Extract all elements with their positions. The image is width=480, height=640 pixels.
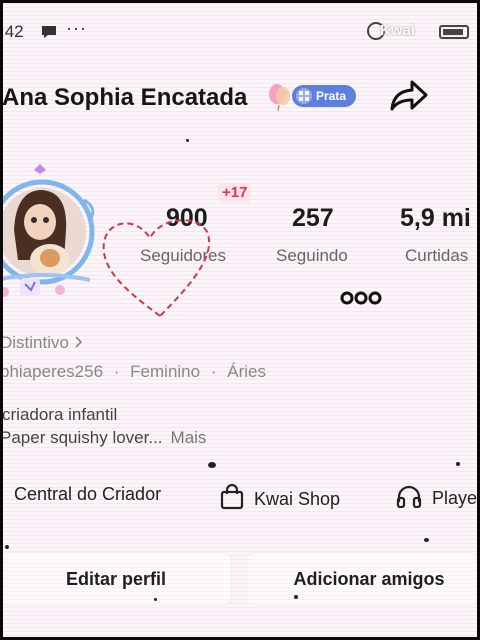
profile-gender: Feminino [130, 362, 201, 381]
bio-text: Paper squishy lover... [0, 428, 163, 447]
player-link[interactable]: Player [396, 484, 480, 513]
following-count[interactable]: 257 [292, 204, 334, 233]
dust-speck [208, 462, 216, 468]
dust-speck [456, 462, 460, 466]
balloon-emoji-icon [266, 83, 292, 116]
level-badge[interactable]: Prata [292, 85, 356, 107]
share-icon[interactable] [388, 78, 430, 119]
shopping-bag-icon [220, 483, 244, 515]
headphones-icon [396, 484, 422, 513]
status-time: :42 [0, 22, 24, 41]
distintivo-link[interactable]: Distintivo [0, 333, 84, 353]
profile-meta: phiaperes256 · Feminino · Áries [0, 362, 266, 382]
creator-center-label: Central do Criador [14, 484, 162, 504]
following-label[interactable]: Seguindo [276, 246, 348, 266]
more-options-icon[interactable] [340, 290, 382, 311]
add-friends-button[interactable]: Adicionar amigos [246, 552, 478, 606]
badge-level-icon [296, 88, 312, 104]
bio-more-link[interactable]: Mais [171, 428, 207, 447]
new-followers-badge: +17 [218, 183, 252, 202]
bio-line: criadora infantil [2, 405, 118, 424]
creator-center-link[interactable]: Central do Criador [14, 484, 161, 505]
profile-handle: phiaperes256 [0, 362, 104, 381]
add-friends-label: Adicionar amigos [293, 568, 445, 589]
edit-profile-button[interactable]: Editar perfil [0, 552, 232, 606]
distintivo-label: Distintivo [0, 333, 69, 352]
heart-doodle-icon [98, 212, 218, 327]
likes-label[interactable]: Curtidas [405, 246, 468, 266]
edit-profile-label: Editar perfil [65, 568, 167, 589]
dust-speck [424, 538, 429, 542]
player-label: Player [432, 488, 480, 508]
dust-speck [5, 545, 9, 549]
app-watermark: Kwai [380, 22, 416, 39]
badge-label: Prata [316, 89, 347, 103]
chevron-right-icon [74, 333, 84, 352]
status-more-indicator: ··· [66, 18, 87, 38]
dust-speck [154, 598, 157, 601]
message-icon [40, 24, 58, 45]
kwai-shop-link[interactable]: Kwai Shop [220, 483, 341, 515]
bio-line: Paper squishy lover... Mais [0, 428, 206, 448]
dust-speck [294, 595, 298, 599]
meta-separator: · [113, 362, 120, 381]
kwai-shop-label: Kwai Shop [254, 489, 341, 509]
meta-separator: · [210, 362, 217, 381]
dust-speck [186, 139, 189, 142]
profile-sign: Áries [227, 362, 266, 381]
profile-username: Ana Sophia Encatada [2, 84, 248, 111]
avatar[interactable] [0, 160, 106, 310]
likes-count[interactable]: 5,9 mi [400, 204, 471, 233]
